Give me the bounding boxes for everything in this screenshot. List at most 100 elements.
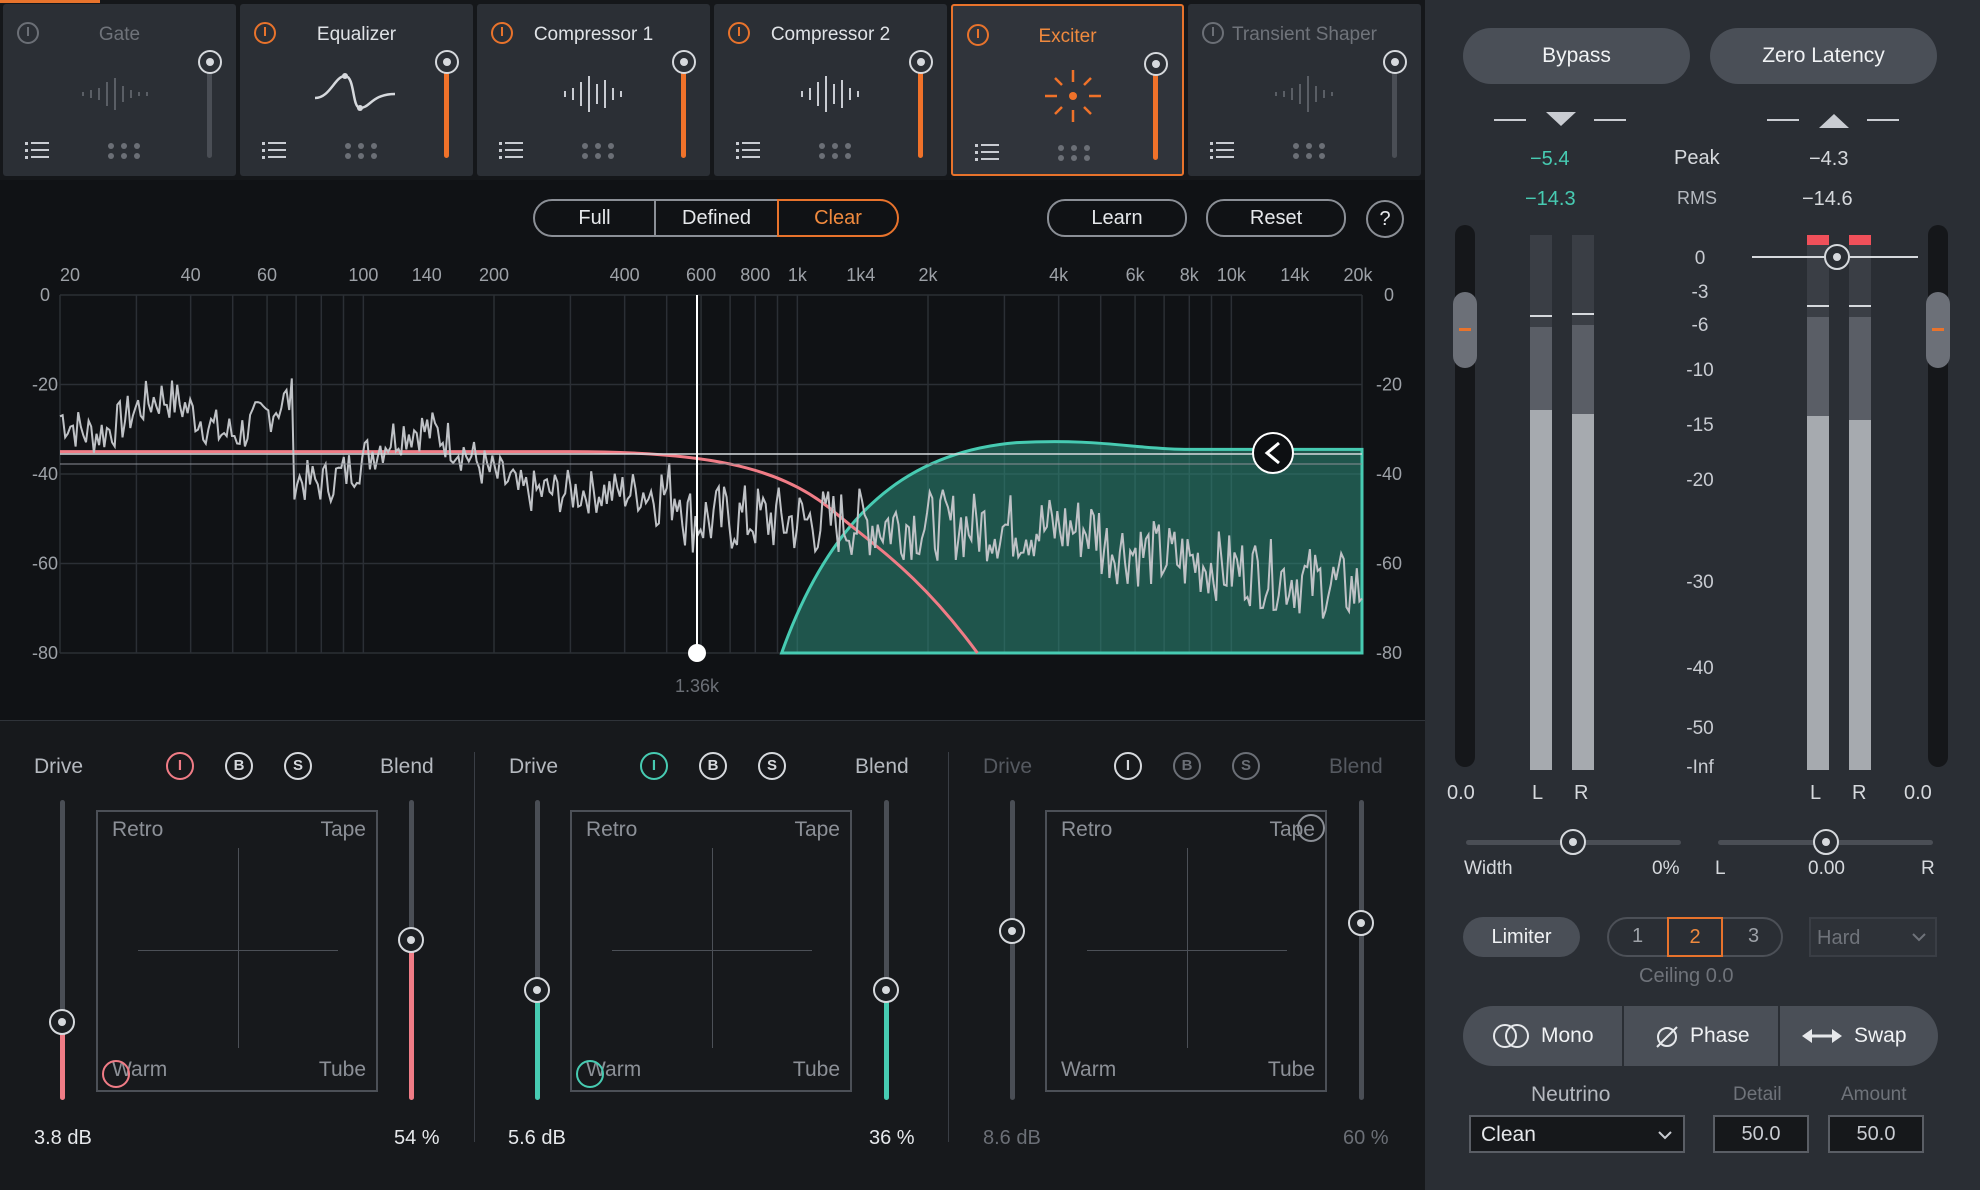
ceiling-handle[interactable] (1824, 244, 1850, 270)
mode-defined-button[interactable]: Defined (654, 199, 779, 237)
module-name: Gate (98, 24, 141, 45)
output-gain-value: 0.0 (1904, 782, 1932, 804)
band-2-solo-button[interactable]: S (758, 752, 786, 780)
limiter-mode-2[interactable]: 2 (1667, 917, 1723, 957)
mix-slider-knob[interactable] (1383, 50, 1407, 74)
help-button[interactable]: ? (1366, 200, 1404, 238)
band-3-xy-handle[interactable] (1297, 814, 1325, 842)
band-3-xy-pad[interactable]: Retro Tape Warm Tube (1045, 810, 1327, 1092)
module-equalizer[interactable]: Equalizer (240, 4, 473, 176)
learn-button[interactable]: Learn (1047, 199, 1187, 237)
ceiling-label: Ceiling 0.0 (1639, 965, 1734, 987)
band-1-drive-knob[interactable] (49, 1009, 75, 1035)
band-2-blend-knob[interactable] (873, 977, 899, 1003)
list-icon[interactable] (25, 140, 49, 160)
mix-slider-knob[interactable] (909, 50, 933, 74)
zero-latency-button[interactable]: Zero Latency (1710, 28, 1937, 84)
xy-tube-label: Tube (318, 1058, 366, 1081)
peak-hold (1530, 315, 1552, 317)
list-icon[interactable] (736, 140, 760, 160)
band-2-xy-pad[interactable]: Retro Tape Warm Tube (570, 810, 852, 1092)
band-2-bypass-button[interactable]: B (699, 752, 727, 780)
amount-field[interactable]: 50.0 (1828, 1115, 1924, 1153)
limiter-button[interactable]: Limiter (1463, 917, 1580, 957)
detail-field[interactable]: 50.0 (1713, 1115, 1809, 1153)
band-1-blend-value: 54 % (394, 1127, 440, 1149)
drag-handle-icon[interactable] (1057, 144, 1091, 162)
band-3-drive-knob[interactable] (999, 918, 1025, 944)
band-3-enable-button[interactable]: I (1114, 752, 1142, 780)
limiter-type-select[interactable]: Hard (1809, 917, 1937, 957)
scale-label: -10 (1686, 360, 1714, 381)
module-gate[interactable]: Gate (3, 4, 236, 176)
list-icon[interactable] (262, 140, 286, 160)
band-1-blend-fill (409, 940, 414, 1100)
collapse-arrow-icon[interactable] (1252, 432, 1294, 474)
mono-button[interactable]: Mono (1463, 1006, 1622, 1066)
band-1-enable-button[interactable]: I (166, 752, 194, 780)
output-arrow-icon (1767, 114, 1899, 128)
reset-button[interactable]: Reset (1206, 199, 1346, 237)
neutrino-select[interactable]: Clean (1469, 1115, 1685, 1153)
freq-tick-label: 1k4 (846, 265, 875, 285)
band-2-enable-button[interactable]: I (640, 752, 668, 780)
mix-slider-track[interactable] (681, 62, 686, 158)
drag-handle-icon[interactable] (581, 142, 615, 160)
band-1-solo-button[interactable]: S (284, 752, 312, 780)
output-gain-handle[interactable] (1926, 292, 1950, 368)
pan-left-label: L (1715, 858, 1726, 879)
crossover-handle[interactable] (688, 644, 706, 662)
mix-slider-knob[interactable] (672, 50, 696, 74)
module-compressor-2[interactable]: Compressor 2 (714, 4, 947, 176)
input-meter-right (1572, 235, 1594, 770)
module-transient-shaper[interactable]: Transient Shaper (1188, 4, 1421, 176)
band-1-bypass-button[interactable]: B (225, 752, 253, 780)
mix-slider-knob[interactable] (435, 50, 459, 74)
module-compressor-1[interactable]: Compressor 1 (477, 4, 710, 176)
band-1-blend-knob[interactable] (398, 927, 424, 953)
mode-clear-button[interactable]: Clear (777, 199, 899, 237)
mix-slider-track[interactable] (918, 62, 923, 158)
band-3-blend-knob[interactable] (1348, 910, 1374, 936)
mode-full-button[interactable]: Full (533, 199, 656, 237)
neutrino-label: Neutrino (1531, 1083, 1611, 1106)
drag-handle-icon[interactable] (107, 142, 141, 160)
band-2-drive-knob[interactable] (524, 977, 550, 1003)
width-slider-knob[interactable] (1560, 829, 1586, 855)
band-2-xy-handle[interactable] (576, 1060, 604, 1088)
band-3-drive-track[interactable] (1010, 800, 1015, 1100)
band-3-bypass-button[interactable]: B (1173, 752, 1201, 780)
mix-slider-track[interactable] (1153, 64, 1158, 160)
mix-slider-track[interactable] (1392, 62, 1397, 158)
limiter-mode-1[interactable]: 1 (1632, 925, 1643, 948)
list-icon[interactable] (975, 142, 999, 162)
detail-label: Detail (1733, 1084, 1782, 1105)
drag-handle-icon[interactable] (1292, 142, 1326, 160)
mix-slider-track[interactable] (444, 62, 449, 158)
band-1-xy-handle[interactable] (102, 1060, 130, 1088)
band-3-blend-track[interactable] (1359, 800, 1364, 1100)
drag-handle-icon[interactable] (344, 142, 378, 160)
phase-button[interactable]: Phase (1624, 1006, 1778, 1066)
list-icon[interactable] (1210, 140, 1234, 160)
band-3-drive-value: 8.6 dB (983, 1127, 1041, 1149)
band-3-solo-button[interactable]: S (1232, 752, 1260, 780)
freq-tick-label: 40 (181, 265, 201, 285)
drag-handle-icon[interactable] (818, 142, 852, 160)
bypass-button[interactable]: Bypass (1463, 28, 1690, 84)
mix-slider-knob[interactable] (198, 50, 222, 74)
band-1-xy-pad[interactable]: Retro Tape Warm Tube (96, 810, 378, 1092)
pan-slider-knob[interactable] (1813, 829, 1839, 855)
scale-label: -3 (1691, 282, 1709, 303)
blend-label: Blend (855, 755, 909, 778)
module-exciter[interactable]: Exciter (951, 4, 1184, 176)
amount-label: Amount (1841, 1084, 1907, 1105)
spectrum-graph[interactable]: 20 40 60 100 140 200 400 600 800 1k 1k4 2k 4k 6k 8k 10k… (0, 255, 1425, 705)
input-gain-handle[interactable] (1453, 292, 1477, 368)
mix-slider-track[interactable] (207, 62, 212, 158)
input-right-label: R (1574, 782, 1589, 804)
mix-slider-knob[interactable] (1144, 52, 1168, 76)
swap-button[interactable]: Swap (1780, 1006, 1938, 1066)
limiter-mode-3[interactable]: 3 (1748, 925, 1759, 948)
list-icon[interactable] (499, 140, 523, 160)
